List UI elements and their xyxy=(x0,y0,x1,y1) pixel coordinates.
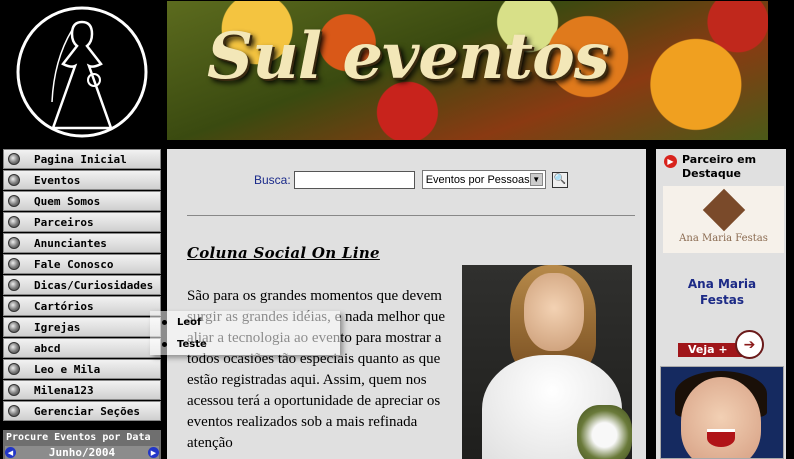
sidebar-item-dicas[interactable]: Dicas/Curiosidades xyxy=(3,275,161,295)
partner-emblem-icon xyxy=(702,188,745,232)
bullet-icon xyxy=(4,213,24,231)
partner-header: ▶ Parceiro em Destaque xyxy=(664,153,772,181)
month-navigator: ◀ Junho/2004 ▶ xyxy=(5,446,159,459)
chevron-down-icon[interactable]: ▼ xyxy=(529,173,543,186)
magnifier-icon: 🔍 xyxy=(553,174,566,185)
submenu-item-teste[interactable]: Teste xyxy=(150,333,340,355)
date-search-box: Procure Eventos por Data ◀ Junho/2004 ▶ xyxy=(3,430,161,459)
bullet-icon xyxy=(4,192,24,210)
banner-edge xyxy=(768,0,794,148)
search-type-value: Eventos por Pessoas xyxy=(425,173,530,186)
bullet-icon xyxy=(4,381,24,399)
veja-mais-button[interactable]: Veja + ➔ xyxy=(678,330,766,359)
sidebar-item-label: abcd xyxy=(34,341,61,355)
ad-banner[interactable] xyxy=(660,366,784,459)
sidebar-item-leo-e-mila[interactable]: Leo e Mila xyxy=(3,359,161,379)
sidebar-item-cartorios[interactable]: Cartórios xyxy=(3,296,161,316)
bride-logo-icon xyxy=(16,6,148,138)
search-button[interactable]: 🔍 xyxy=(551,171,568,188)
submenu-item-label: Teste xyxy=(177,338,207,350)
sidebar-item-label: Eventos xyxy=(34,173,81,187)
banner-title: Sul eventos xyxy=(207,19,610,94)
sidebar-item-label: Anunciantes xyxy=(34,236,107,250)
bullet-icon xyxy=(4,402,24,420)
sidebar-menu: Pagina Inicial Eventos Quem Somos Parcei… xyxy=(3,149,161,422)
bullet-icon xyxy=(4,171,24,189)
search-label: Busca: xyxy=(254,172,291,187)
sidebar-item-label: Igrejas xyxy=(34,320,81,334)
photo-bouquet xyxy=(577,405,632,459)
sidebar-item-abcd[interactable]: abcd xyxy=(3,338,161,358)
main-content: Busca: Eventos por Pessoas ▼ 🔍 Coluna So… xyxy=(167,149,646,459)
bullet-icon xyxy=(4,360,24,378)
photo-face xyxy=(524,273,584,351)
sidebar-item-label: Dicas/Curiosidades xyxy=(34,278,154,292)
current-month: Junho/2004 xyxy=(48,446,116,459)
bullet-icon xyxy=(162,319,167,325)
submenu-popup: Leof Teste xyxy=(150,311,340,355)
sidebar-item-label: Pagina Inicial xyxy=(34,152,127,166)
bullet-icon xyxy=(4,255,24,273)
sidebar-item-label: Cartórios xyxy=(34,299,94,313)
sidebar-item-eventos[interactable]: Eventos xyxy=(3,170,161,190)
prev-month-icon[interactable]: ◀ xyxy=(5,447,16,458)
bullet-icon xyxy=(4,339,24,357)
bullet-icon xyxy=(4,150,24,168)
search-bar: Busca: Eventos por Pessoas ▼ 🔍 xyxy=(254,170,568,189)
sidebar-item-label: Leo e Mila xyxy=(34,362,101,376)
sidebar-item-label: Parceiros xyxy=(34,215,94,229)
sidebar-item-label: Quem Somos xyxy=(34,194,101,208)
bullet-icon xyxy=(4,276,24,294)
divider xyxy=(187,215,635,216)
partner-logo[interactable]: Ana Maria Festas xyxy=(663,186,784,253)
header-banner: Sul eventos xyxy=(167,1,768,140)
sidebar-item-label: Milena123 xyxy=(34,383,94,397)
bullet-icon xyxy=(4,234,24,252)
bride-photo xyxy=(462,265,632,459)
sidebar-item-label: Gerenciar Seções xyxy=(34,404,140,418)
sidebar-item-milena123[interactable]: Milena123 xyxy=(3,380,161,400)
search-input[interactable] xyxy=(293,170,415,189)
bullet-icon xyxy=(4,297,24,315)
next-month-icon[interactable]: ▶ xyxy=(147,447,159,458)
search-type-select[interactable]: Eventos por Pessoas ▼ xyxy=(421,170,546,189)
arrow-right-icon: ➔ xyxy=(735,330,764,359)
submenu-item-label: Leof xyxy=(177,316,202,328)
partner-name: Ana Maria Festas xyxy=(687,277,757,307)
sidebar-item-gerenciar-secoes[interactable]: Gerenciar Seções xyxy=(3,401,161,421)
sidebar-item-label: Fale Conosco xyxy=(34,257,114,271)
sidebar-item-igrejas[interactable]: Igrejas xyxy=(3,317,161,337)
partner-logo-text: Ana Maria Festas xyxy=(679,233,768,244)
bullet-icon xyxy=(162,341,167,347)
sidebar-item-pagina-inicial[interactable]: Pagina Inicial xyxy=(3,149,161,169)
page-title: Coluna Social On Line xyxy=(187,244,380,262)
site-logo[interactable] xyxy=(0,0,165,148)
sidebar-item-parceiros[interactable]: Parceiros xyxy=(3,212,161,232)
sidebar-item-anunciantes[interactable]: Anunciantes xyxy=(3,233,161,253)
date-search-title: Procure Eventos por Data xyxy=(6,432,151,443)
ad-mouth xyxy=(707,429,735,447)
arrow-right-icon: ▶ xyxy=(664,155,677,168)
submenu-item-leof[interactable]: Leof xyxy=(150,311,340,333)
bullet-icon xyxy=(4,318,24,336)
partner-sidebar: ▶ Parceiro em Destaque Ana Maria Festas … xyxy=(656,149,786,459)
sidebar-item-quem-somos[interactable]: Quem Somos xyxy=(3,191,161,211)
partner-heading: Parceiro em Destaque xyxy=(682,153,757,180)
sidebar-item-fale-conosco[interactable]: Fale Conosco xyxy=(3,254,161,274)
